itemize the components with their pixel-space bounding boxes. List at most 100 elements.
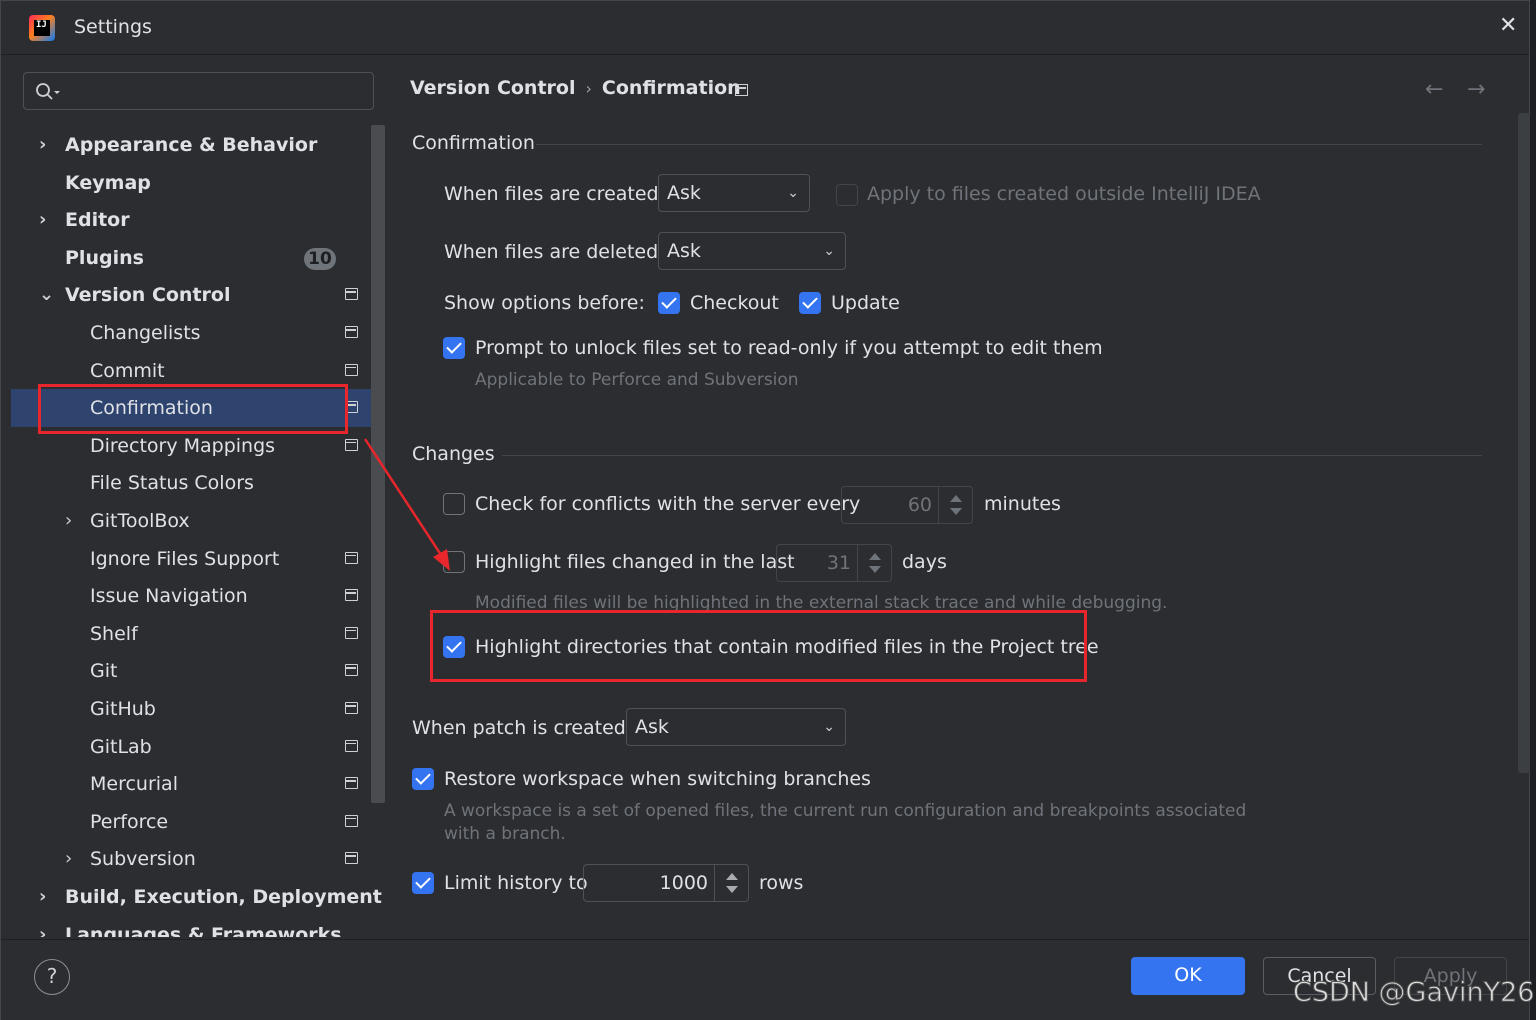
- sidebar-item-perforce[interactable]: Perforce: [11, 803, 385, 841]
- limit-history-checkbox[interactable]: [412, 872, 434, 894]
- sidebar-item-label: Changelists: [90, 322, 201, 344]
- limit-history-spinner[interactable]: 1000: [583, 864, 749, 902]
- checkout-checkbox[interactable]: [658, 292, 680, 314]
- sidebar-item-label: GitToolBox: [90, 510, 190, 532]
- chevron-right-icon[interactable]: ›: [39, 878, 46, 916]
- sidebar-item-editor[interactable]: › Editor: [11, 201, 385, 239]
- update-checkbox[interactable]: [799, 292, 821, 314]
- project-scope-icon: [345, 814, 358, 827]
- sidebar-item-version-control[interactable]: ⌄ Version Control: [11, 276, 385, 314]
- sidebar-item-label: Shelf: [90, 622, 138, 645]
- csdn-watermark: CSDN @GavinY26: [1292, 977, 1535, 1009]
- sidebar-item-file-status-colors[interactable]: File Status Colors: [11, 464, 385, 502]
- restore-workspace-checkbox[interactable]: [412, 768, 434, 790]
- chevron-right-icon[interactable]: ›: [65, 502, 72, 540]
- files-deleted-label: When files are deleted:: [444, 241, 665, 263]
- restore-workspace-hint-line-1: A workspace is a set of opened files, th…: [444, 801, 1247, 821]
- chevron-down-icon: ⌄: [787, 185, 799, 201]
- close-icon[interactable]: ✕: [1499, 13, 1517, 38]
- files-created-select[interactable]: Ask ⌄: [658, 174, 810, 212]
- project-scope-icon: [345, 664, 358, 677]
- patch-select[interactable]: Ask ⌄: [626, 708, 846, 746]
- spinner-arrows-icon[interactable]: [714, 865, 748, 901]
- project-scope-icon: [345, 777, 358, 790]
- project-scope-icon: [345, 363, 358, 376]
- sidebar-item-appearance-behavior[interactable]: › Appearance & Behavior: [11, 126, 385, 164]
- project-scope-icon: [735, 84, 748, 96]
- ok-button[interactable]: OK: [1131, 957, 1245, 995]
- chevron-right-icon[interactable]: ›: [39, 916, 46, 937]
- update-count-badge: 10: [304, 247, 336, 270]
- chevron-down-icon[interactable]: ⌄: [39, 276, 54, 314]
- help-icon[interactable]: ?: [34, 959, 70, 995]
- sidebar-item-changelists[interactable]: Changelists: [11, 314, 385, 352]
- sidebar-item-gitlab[interactable]: GitLab: [11, 728, 385, 766]
- patch-value: Ask: [635, 716, 669, 738]
- forward-arrow-icon[interactable]: →: [1467, 77, 1485, 102]
- prompt-unlock-checkbox[interactable]: [443, 337, 465, 359]
- section-title: Changes: [412, 443, 495, 465]
- breadcrumb-parent[interactable]: Version Control: [410, 77, 575, 99]
- project-scope-icon: [345, 852, 358, 865]
- sidebar-item-git[interactable]: Git: [11, 652, 385, 690]
- project-scope-icon: [345, 326, 358, 338]
- sidebar-item-label: GitLab: [90, 735, 152, 758]
- search-input[interactable]: [23, 72, 374, 110]
- breadcrumb-current: Confirmation: [601, 77, 741, 99]
- highlight-changed-spinner[interactable]: 31: [776, 544, 892, 582]
- divider: [502, 455, 1482, 456]
- project-scope-icon: [345, 589, 358, 602]
- sidebar-item-build-execution-deployment[interactable]: › Build, Execution, Deployment: [11, 878, 385, 916]
- sidebar-item-keymap[interactable]: Keymap: [11, 164, 385, 202]
- check-conflicts-spinner[interactable]: 60: [841, 486, 973, 524]
- minutes-label: minutes: [984, 493, 1061, 515]
- tree-scrollbar[interactable]: [371, 125, 385, 803]
- sidebar-item-gittoolbox[interactable]: › GitToolBox: [11, 502, 385, 540]
- project-scope-icon: [345, 438, 358, 451]
- title-bar: IJ Settings ✕: [1, 1, 1529, 55]
- sidebar-item-mercurial[interactable]: Mercurial: [11, 765, 385, 803]
- highlight-changed-checkbox[interactable]: [443, 551, 465, 573]
- search-icon: [36, 83, 60, 100]
- prompt-unlock-hint: Applicable to Perforce and Subversion: [475, 370, 799, 390]
- chevron-right-icon[interactable]: ›: [39, 201, 46, 239]
- files-created-value: Ask: [667, 182, 701, 204]
- project-scope-icon: [345, 739, 358, 752]
- days-label: days: [902, 551, 947, 573]
- limit-history-label: Limit history to: [444, 872, 588, 894]
- sidebar-item-ignore-files-support[interactable]: Ignore Files Support: [11, 540, 385, 578]
- chevron-right-icon[interactable]: ›: [39, 126, 46, 164]
- sidebar-item-plugins[interactable]: Plugins 10: [11, 239, 385, 277]
- settings-tree: › Appearance & Behavior Keymap › Editor Plugi…: [11, 125, 385, 937]
- sidebar-item-label: Plugins: [65, 246, 144, 269]
- files-deleted-select[interactable]: Ask ⌄: [658, 232, 846, 270]
- section-title: Confirmation: [412, 132, 535, 154]
- sidebar-item-subversion[interactable]: › Subversion: [11, 840, 385, 878]
- sidebar-item-label: Editor: [65, 209, 130, 232]
- chevron-down-icon: ⌄: [823, 719, 835, 735]
- apply-outside-label: Apply to files created outside IntelliJ …: [867, 183, 1261, 205]
- spinner-value: 1000: [659, 872, 708, 894]
- sidebar-item-label: Languages & Frameworks: [65, 923, 342, 937]
- sidebar-item-shelf[interactable]: Shelf: [11, 615, 385, 653]
- back-arrow-icon[interactable]: ←: [1425, 77, 1443, 102]
- sidebar-item-label: Build, Execution, Deployment: [65, 886, 382, 908]
- spinner-arrows-icon[interactable]: [938, 487, 972, 523]
- sidebar-item-languages-frameworks[interactable]: › Languages & Frameworks: [11, 916, 385, 937]
- apply-outside-checkbox[interactable]: [836, 184, 858, 206]
- rows-label: rows: [759, 872, 804, 894]
- check-conflicts-label: Check for conflicts with the server ever…: [475, 493, 861, 515]
- spinner-arrows-icon[interactable]: [857, 545, 891, 581]
- spinner-value: 60: [907, 494, 932, 516]
- spinner-value: 31: [826, 552, 851, 574]
- breadcrumb: Version Control › Confirmation: [410, 77, 741, 99]
- chevron-right-icon[interactable]: ›: [65, 840, 72, 878]
- highlight-changed-label: Highlight files changed in the last: [475, 551, 795, 573]
- sidebar-item-github[interactable]: GitHub: [11, 690, 385, 728]
- content-scrollbar[interactable]: [1518, 113, 1530, 773]
- annotation-box-confirmation: [38, 384, 348, 434]
- restore-workspace-label: Restore workspace when switching branche…: [444, 768, 871, 790]
- check-conflicts-checkbox[interactable]: [443, 493, 465, 515]
- project-scope-icon: [345, 626, 358, 639]
- sidebar-item-issue-navigation[interactable]: Issue Navigation: [11, 577, 385, 615]
